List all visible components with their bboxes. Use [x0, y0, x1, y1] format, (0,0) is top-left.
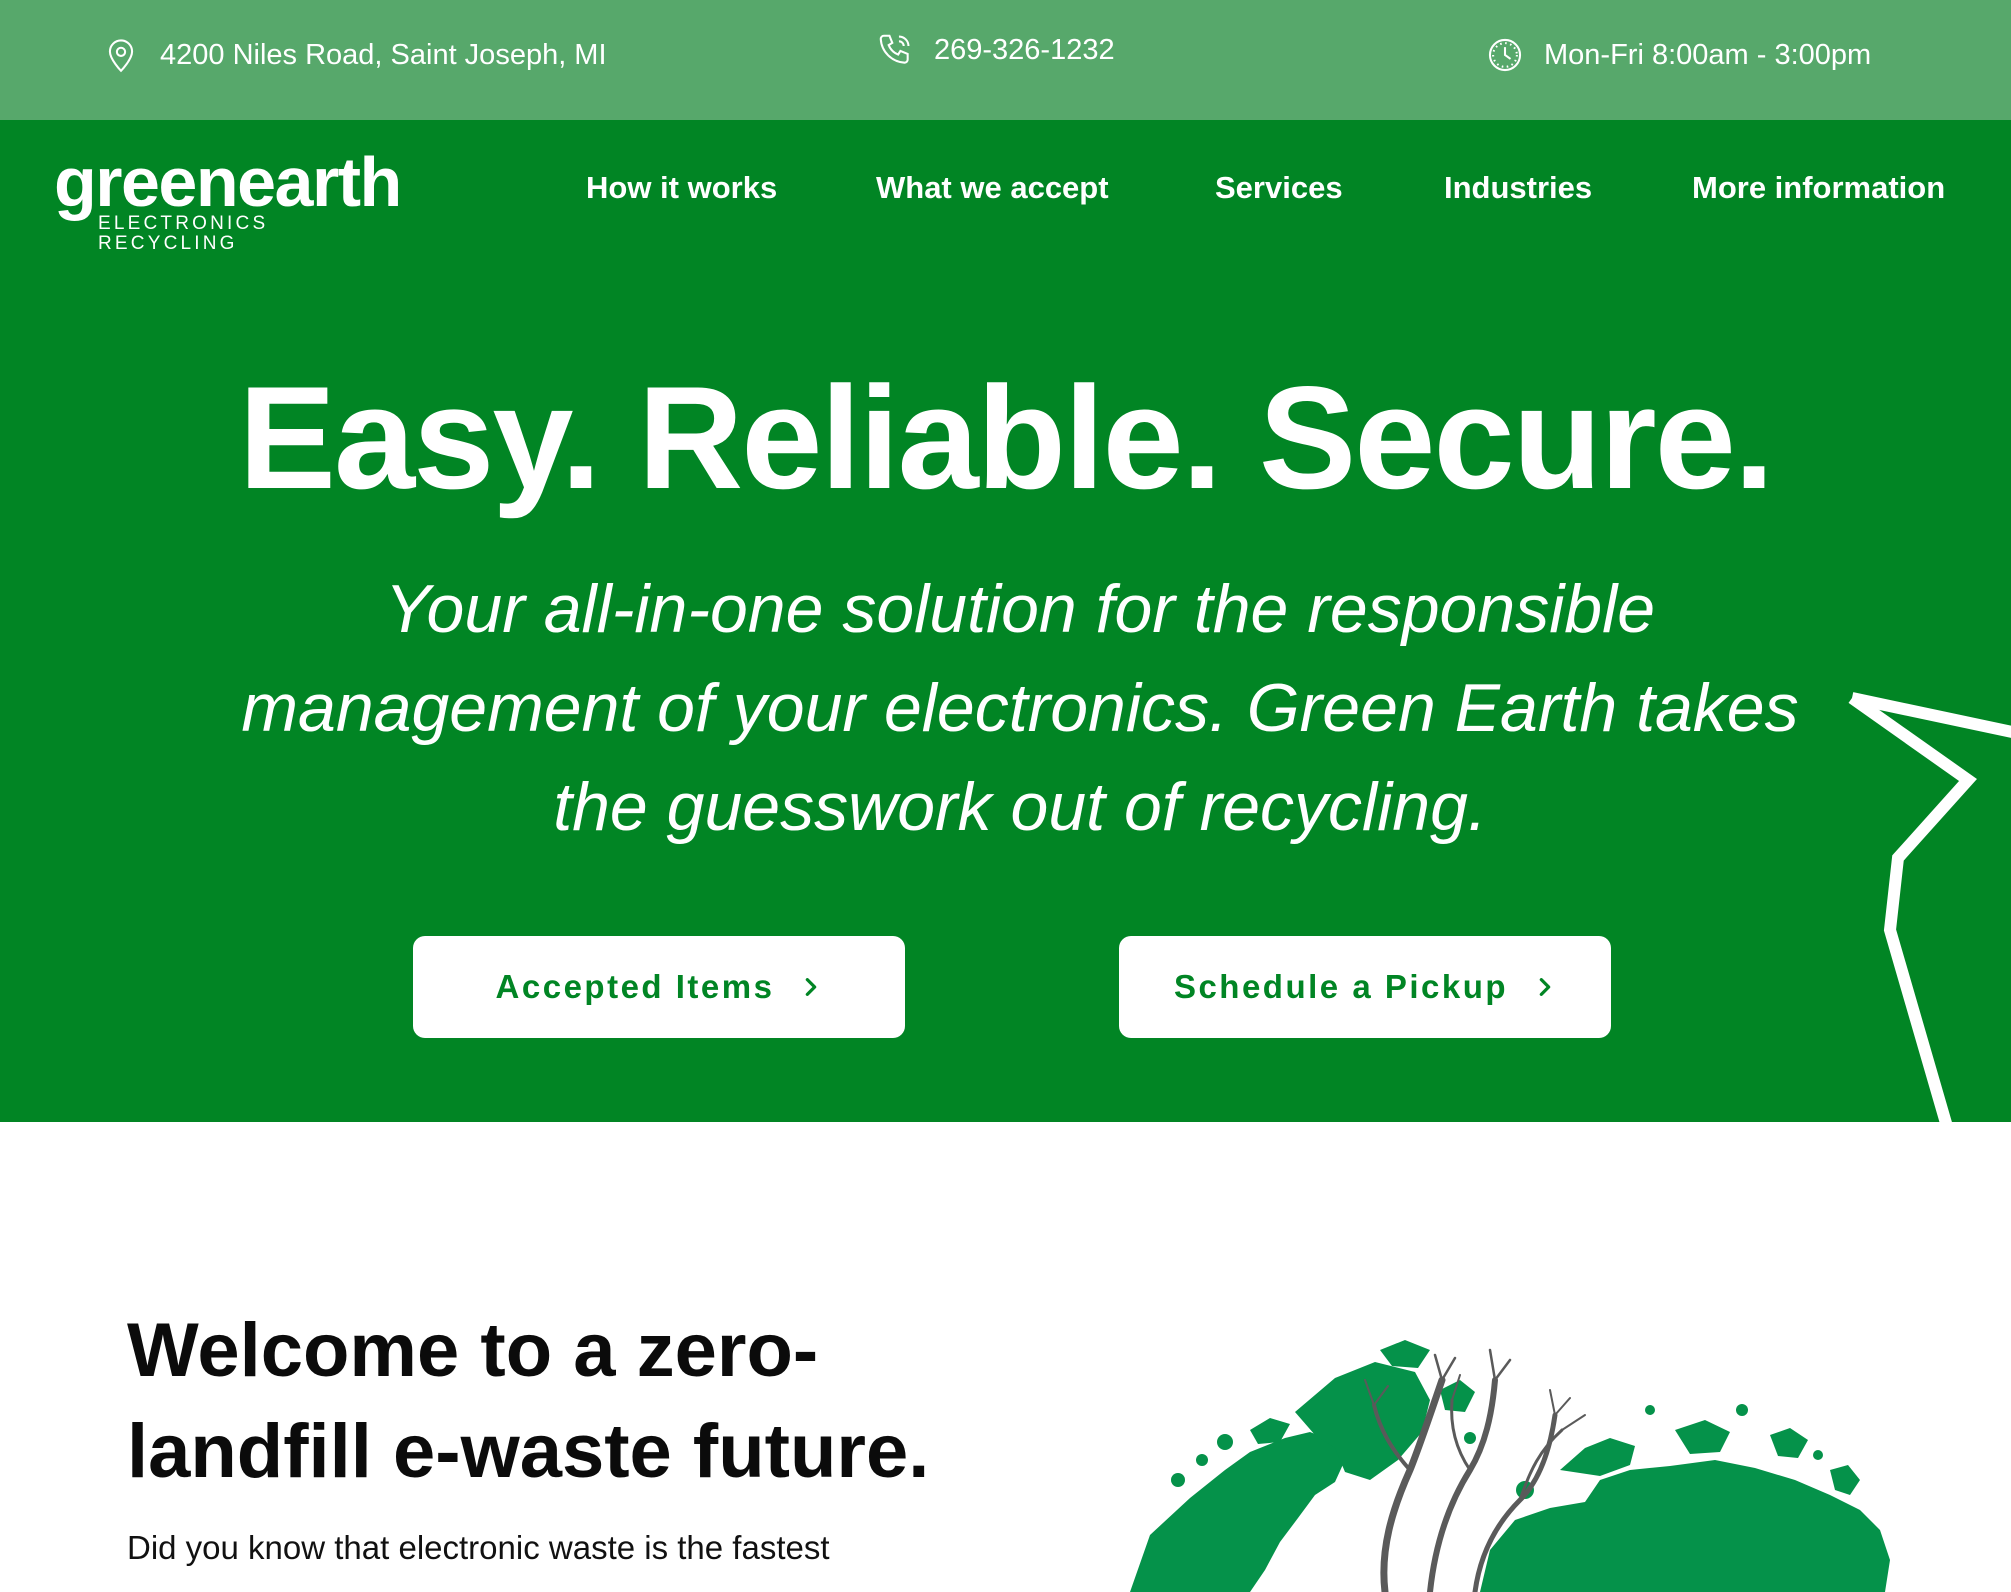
accepted-items-button[interactable]: Accepted Items [413, 936, 905, 1038]
top-info-bar: 4200 Niles Road, Saint Joseph, MI 269-32… [0, 0, 2011, 120]
nav-what-we-accept[interactable]: What we accept [876, 170, 1109, 206]
accepted-items-label: Accepted Items [495, 968, 775, 1005]
address-text: 4200 Niles Road, Saint Joseph, MI [160, 38, 607, 71]
hero-title: Easy. Reliable. Secure. [238, 356, 1775, 519]
location-pin-icon [108, 39, 134, 73]
welcome-text: Did you know that electronic waste is th… [127, 1529, 831, 1592]
schedule-pickup-button[interactable]: Schedule a Pickup [1119, 936, 1611, 1038]
chevron-right-icon [806, 978, 817, 996]
recycle-arrow-decoration [1848, 692, 2011, 1122]
hours-info: Mon-Fri 8:00am - 3:00pm [1486, 0, 1871, 110]
address-info: 4200 Niles Road, Saint Joseph, MI [102, 0, 607, 110]
logo-wordmark: greenearth [54, 143, 402, 221]
hero-section: Easy. Reliable. Secure. Your all-in-one … [0, 270, 2011, 1122]
nav-how-it-works[interactable]: How it works [586, 170, 777, 206]
welcome-title: Welcome to a zero-landfill e-waste futur… [127, 1308, 930, 1494]
hours-text: Mon-Fri 8:00am - 3:00pm [1544, 38, 1872, 71]
site-logo[interactable]: greenearth ELECTRONICS RECYCLING [54, 143, 402, 254]
nav-services[interactable]: Services [1215, 170, 1343, 206]
nav-more-information[interactable]: More information [1692, 170, 1945, 206]
nav-industries[interactable]: Industries [1444, 170, 1592, 206]
tree-globe-illustration [1130, 1340, 1890, 1592]
hero-subtitle: Your all-in-one solution for the respons… [241, 571, 1799, 845]
phone-text[interactable]: 269-326-1232 [934, 35, 1115, 65]
chevron-right-icon [1539, 978, 1551, 996]
phone-info[interactable]: 269-326-1232 [876, 0, 1115, 105]
clock-icon [1488, 38, 1522, 72]
main-navbar: greenearth ELECTRONICS RECYCLING How it … [0, 120, 2011, 270]
schedule-pickup-label: Schedule a Pickup [1173, 968, 1509, 1005]
phone-icon [879, 34, 910, 64]
